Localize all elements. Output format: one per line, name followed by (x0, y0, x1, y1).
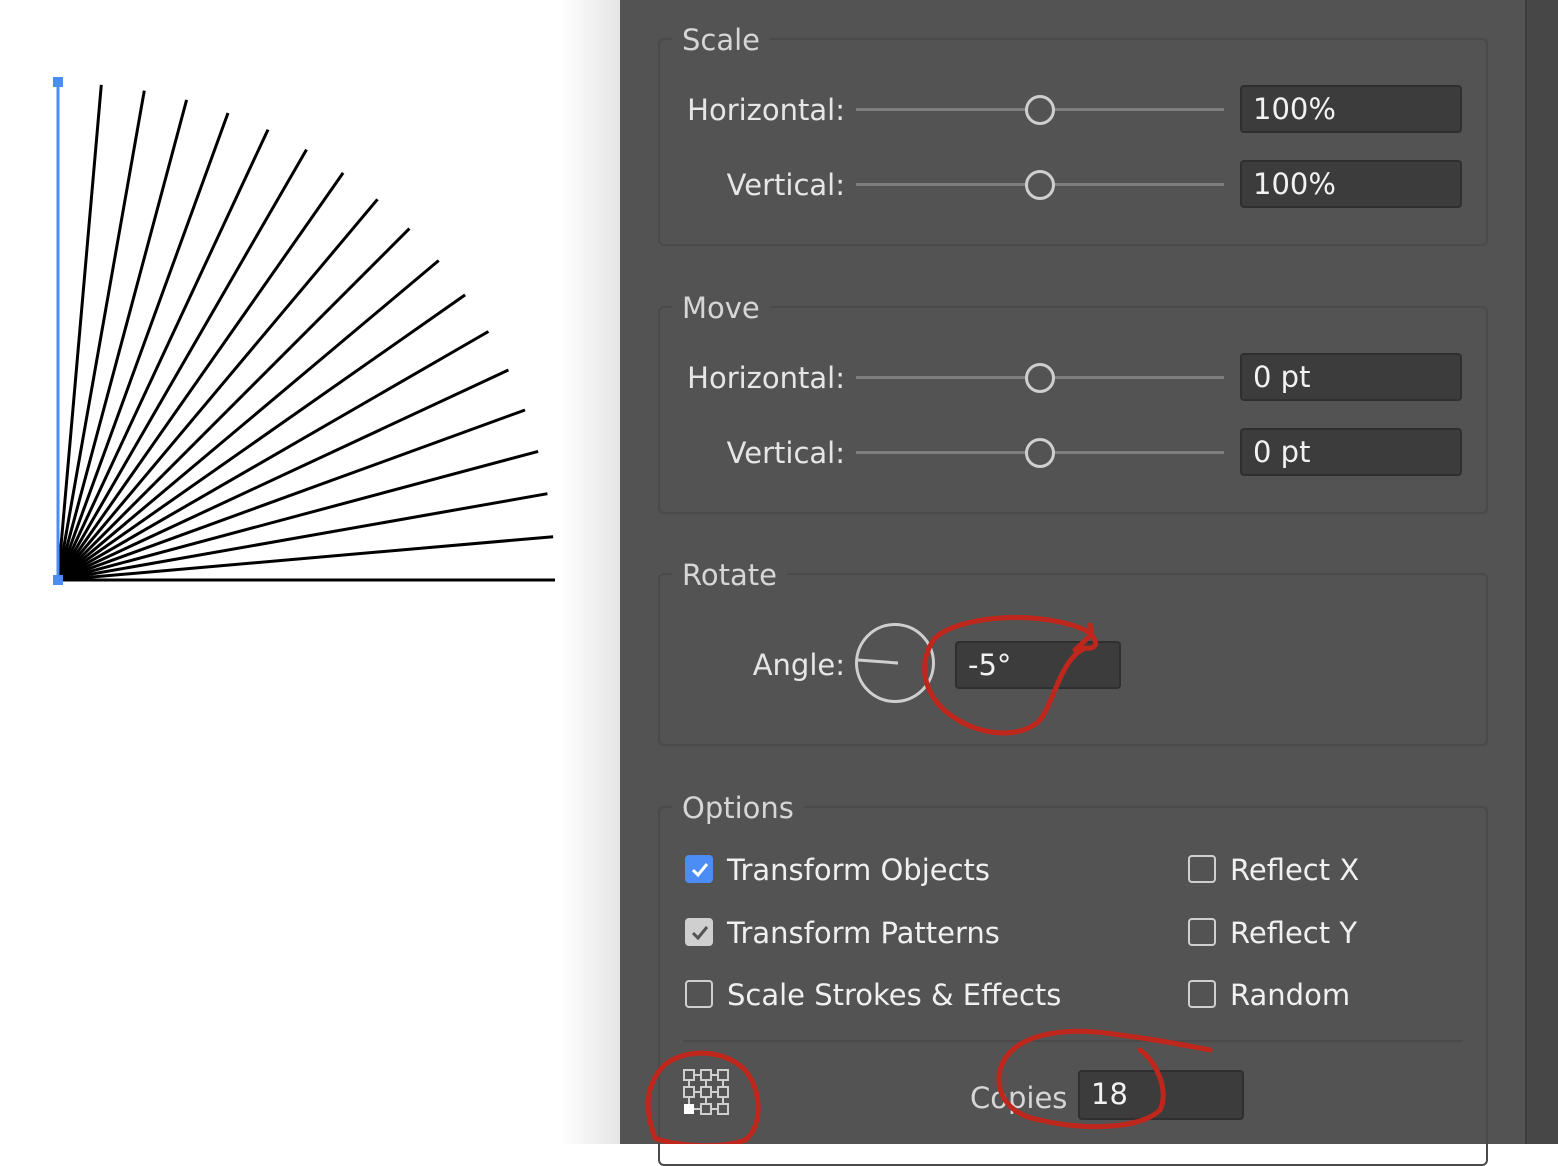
anchor-point-handle[interactable] (53, 575, 63, 585)
copies-label: Copies (970, 1081, 1068, 1115)
ray-line[interactable] (57, 535, 554, 582)
scale-horizontal-input[interactable]: 100% (1240, 85, 1462, 133)
transform-patterns-label[interactable]: Transform Patterns (727, 915, 1000, 951)
reflect-x-label[interactable]: Reflect X (1230, 852, 1359, 888)
ray-line[interactable] (57, 449, 539, 582)
move-vertical-input[interactable]: 0 pt (1240, 428, 1462, 476)
move-horizontal-input[interactable]: 0 pt (1240, 353, 1462, 401)
move-group (658, 306, 1488, 514)
copies-input[interactable]: 18 (1078, 1070, 1244, 1120)
scale-strokes-checkbox[interactable] (685, 980, 713, 1008)
artboard-canvas[interactable] (0, 0, 620, 1144)
reflect-y-checkbox[interactable] (1188, 918, 1216, 946)
ray-line[interactable] (56, 84, 103, 581)
panel-scroll-edge[interactable] (1525, 0, 1558, 1144)
reference-point-grid-icon[interactable] (682, 1068, 732, 1118)
rotate-angle-input[interactable]: -5° (955, 641, 1121, 689)
random-checkbox[interactable] (1188, 980, 1216, 1008)
scale-group (658, 38, 1488, 246)
scale-vertical-slider-knob[interactable] (1025, 170, 1055, 200)
move-horizontal-label: Horizontal: (687, 361, 845, 395)
ray-line[interactable] (56, 128, 270, 581)
rotate-group-title: Rotate (672, 557, 787, 593)
transform-patterns-checkbox[interactable] (685, 918, 713, 946)
move-group-title: Move (672, 290, 770, 326)
move-vertical-slider-knob[interactable] (1025, 438, 1055, 468)
radial-lines-artwork[interactable] (0, 0, 620, 1144)
checkmark-icon (691, 926, 709, 941)
transform-objects-label[interactable]: Transform Objects (727, 852, 990, 888)
scale-horizontal-label: Horizontal: (687, 93, 845, 127)
move-horizontal-slider-knob[interactable] (1025, 363, 1055, 393)
rotate-angle-label: Angle: (752, 648, 845, 682)
anchor-point-handle[interactable] (53, 77, 63, 87)
reflect-y-label[interactable]: Reflect Y (1230, 915, 1357, 951)
checkmark-icon (691, 863, 709, 878)
options-divider (683, 1040, 1463, 1042)
panel-shadow (560, 0, 620, 1144)
ray-line[interactable] (57, 368, 510, 582)
move-vertical-label: Vertical: (726, 436, 845, 470)
scale-strokes-label[interactable]: Scale Strokes & Effects (727, 977, 1061, 1013)
scale-group-title: Scale (672, 22, 771, 58)
scale-vertical-input[interactable]: 100% (1240, 160, 1462, 208)
ray-line[interactable] (56, 99, 189, 581)
angle-dial-icon[interactable] (855, 623, 935, 703)
random-label[interactable]: Random (1230, 977, 1350, 1013)
angle-dial-needle (858, 658, 899, 665)
options-group-title: Options (672, 790, 804, 826)
scale-vertical-label: Vertical: (726, 168, 845, 202)
scale-horizontal-slider-knob[interactable] (1025, 95, 1055, 125)
reflect-x-checkbox[interactable] (1188, 855, 1216, 883)
transform-objects-checkbox[interactable] (685, 855, 713, 883)
